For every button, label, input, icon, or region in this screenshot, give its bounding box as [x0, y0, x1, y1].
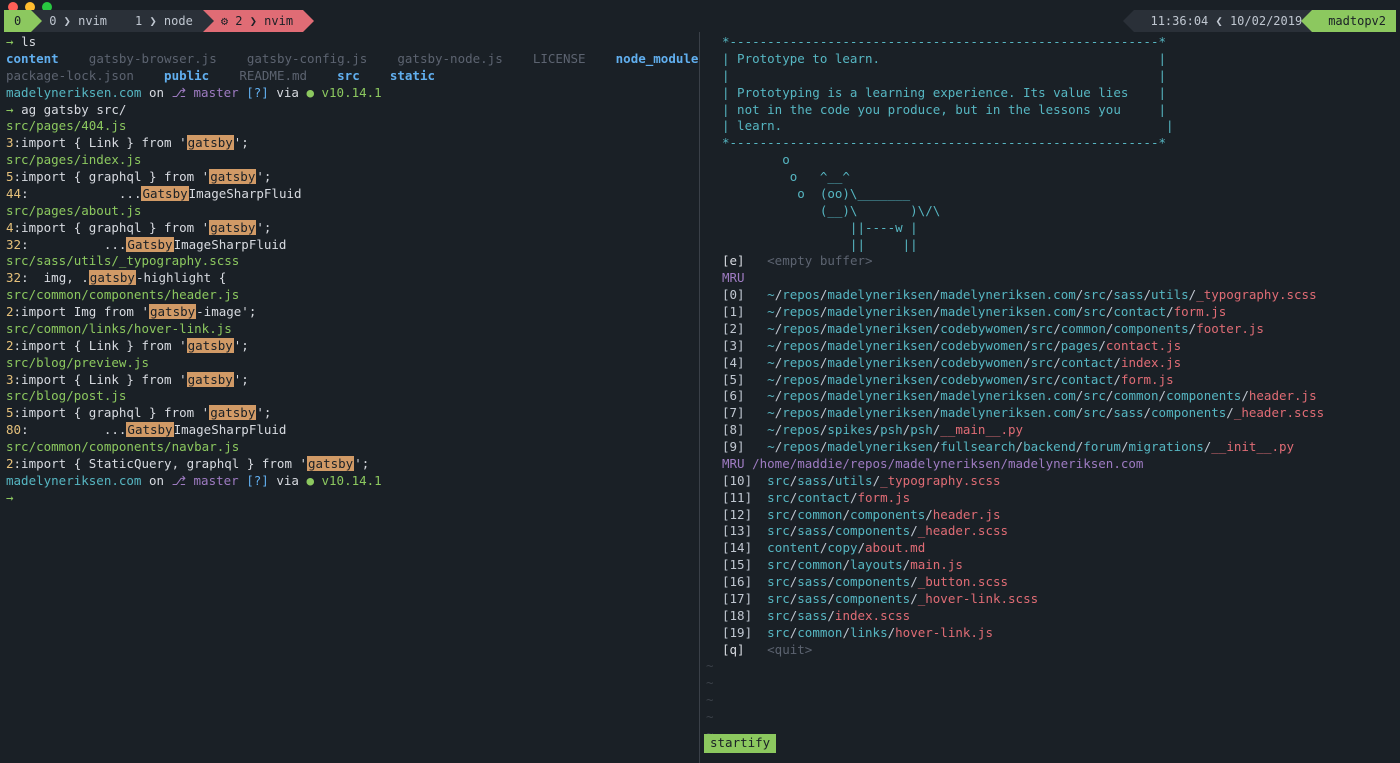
tmux-tab[interactable]: 0 [4, 10, 31, 32]
tmux-status-bar: 00 ❯ nvim1 ❯ node⚙ 2 ❯ nvim 11:36:04 ❮ 1… [0, 10, 1400, 32]
terminal-pane-left[interactable]: → lscontent gatsby-browser.js gatsby-con… [0, 32, 700, 763]
tmux-status-right: 11:36:04 ❮ 10/02/2019 [1134, 10, 1312, 32]
tmux-tab[interactable]: 1 ❯ node [117, 10, 203, 32]
vim-statusline: startify [704, 734, 776, 753]
tmux-tab[interactable]: ⚙ 2 ❯ nvim [203, 10, 303, 32]
tmux-tab[interactable]: 0 ❯ nvim [31, 10, 117, 32]
tmux-status-right: madtopv2 [1312, 10, 1396, 32]
macos-titlebar [0, 0, 1400, 10]
nvim-pane-right[interactable]: *---------------------------------------… [700, 32, 1400, 763]
